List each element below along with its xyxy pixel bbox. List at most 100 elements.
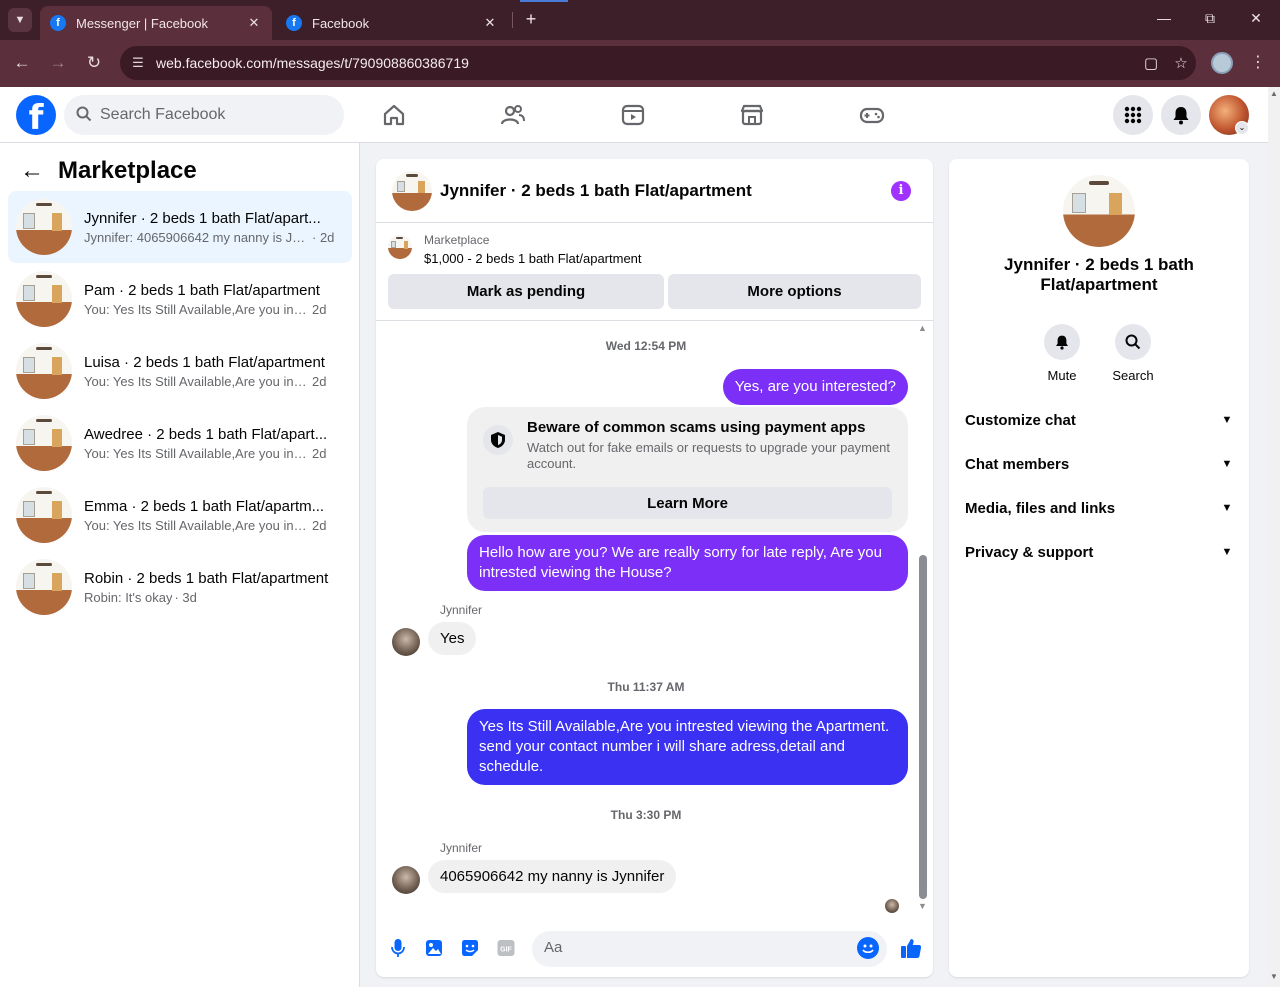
- conversation-name: Luisa · 2 beds 1 bath Flat/apartment: [84, 353, 325, 371]
- tab-title: Facebook: [312, 15, 370, 31]
- page-scrollbar[interactable]: ▲ ▼: [1268, 87, 1280, 987]
- chevron-down-icon: ▼: [1221, 458, 1233, 470]
- conversation-item[interactable]: Pam · 2 beds 1 bath Flat/apartment You: …: [8, 263, 352, 335]
- listing-price-title[interactable]: $1,000 - 2 beds 1 bath Flat/apartment: [424, 251, 642, 266]
- sender-avatar[interactable]: [392, 628, 420, 656]
- mute-action[interactable]: Mute: [1032, 324, 1092, 383]
- close-window-icon[interactable]: ✕: [1244, 10, 1268, 27]
- incoming-message[interactable]: Yes: [428, 622, 477, 655]
- customize-chat-section[interactable]: Customize chat ▼: [965, 405, 1233, 435]
- listing-large-thumbnail[interactable]: [1063, 175, 1135, 247]
- chat-title[interactable]: Jynnifer · 2 beds 1 bath Flat/apartment: [440, 181, 752, 201]
- outgoing-message[interactable]: Hello how are you? We are really sorry f…: [467, 535, 908, 591]
- browser-menu-icon[interactable]: ⋮: [1250, 52, 1266, 72]
- tab-separator: [512, 12, 513, 28]
- search-input[interactable]: [100, 106, 330, 124]
- mute-label: Mute: [1047, 368, 1077, 383]
- search-action[interactable]: Search: [1103, 324, 1163, 383]
- incoming-message[interactable]: 4065906642 my nanny is Jynnifer: [428, 860, 677, 893]
- section-label: Customize chat: [965, 411, 1076, 429]
- learn-more-button[interactable]: Learn More: [483, 487, 892, 519]
- listing-thumbnail: [16, 199, 72, 255]
- section-label: Media, files and links: [965, 499, 1116, 517]
- menu-grid-icon[interactable]: [1113, 95, 1153, 135]
- back-arrow-icon[interactable]: ←: [20, 157, 46, 185]
- privacy-support-section[interactable]: Privacy & support ▼: [965, 537, 1233, 567]
- message-input[interactable]: [544, 939, 844, 956]
- gaming-icon[interactable]: [858, 101, 886, 129]
- close-tab-icon[interactable]: ✕: [246, 15, 262, 31]
- bookmark-star-icon[interactable]: ☆: [1166, 54, 1196, 72]
- tab-search-button[interactable]: ▼: [8, 8, 32, 32]
- video-icon[interactable]: [619, 101, 647, 129]
- timestamp: Wed 12:54 PM: [605, 339, 687, 353]
- mark-as-pending-button[interactable]: Mark as pending: [388, 274, 664, 309]
- tab-accent-line: [520, 0, 568, 2]
- chat-header: Jynnifer · 2 beds 1 bath Flat/apartment …: [376, 159, 933, 223]
- scrollbar-thumb[interactable]: [919, 555, 927, 899]
- conversation-snippet: Robin: It's okay: [84, 589, 173, 605]
- search-icon[interactable]: [1115, 324, 1151, 360]
- timestamp: Thu 11:37 AM: [607, 680, 685, 694]
- marketplace-icon[interactable]: [738, 101, 766, 129]
- forward-icon[interactable]: →: [46, 52, 70, 76]
- restore-icon[interactable]: ⧉: [1198, 10, 1222, 27]
- sticker-icon[interactable]: [459, 937, 481, 959]
- listing-thumbnail: [16, 487, 72, 543]
- warning-body: Watch out for fake emails or requests to…: [527, 440, 890, 471]
- new-tab-button[interactable]: +: [520, 8, 542, 32]
- bell-icon[interactable]: [1044, 324, 1080, 360]
- browser-profile-avatar[interactable]: [1211, 52, 1233, 74]
- marketplace-listing-box: Marketplace $1,000 - 2 beds 1 bath Flat/…: [376, 223, 933, 321]
- thumbs-up-icon[interactable]: [899, 936, 923, 960]
- sender-name: Jynnifer: [440, 603, 483, 617]
- bell-icon[interactable]: [1161, 95, 1201, 135]
- conversation-item[interactable]: Emma · 2 beds 1 bath Flat/apartm... You:…: [8, 479, 352, 551]
- more-options-button[interactable]: More options: [668, 274, 921, 309]
- timestamp: Thu 3:30 PM: [610, 808, 682, 822]
- message-input-box[interactable]: [532, 931, 887, 967]
- gif-icon[interactable]: GIF: [495, 937, 517, 959]
- conversation-snippet: You: Yes Its Still Available,Are you int…: [84, 517, 310, 533]
- conversation-name: Pam · 2 beds 1 bath Flat/apartment: [84, 281, 320, 299]
- home-icon[interactable]: [380, 101, 408, 129]
- sender-avatar[interactable]: [392, 866, 420, 894]
- conversation-item[interactable]: Robin · 2 beds 1 bath Flat/apartment Rob…: [8, 551, 352, 623]
- facebook-logo-icon[interactable]: f: [16, 95, 56, 135]
- conversation-item[interactable]: Jynnifer · 2 beds 1 bath Flat/apart... J…: [8, 191, 352, 263]
- url-text[interactable]: web.facebook.com/messages/t/790908860386…: [156, 55, 1136, 71]
- chat-scrollbar[interactable]: ▲ ▼: [916, 323, 930, 913]
- back-icon[interactable]: ←: [10, 52, 34, 76]
- facebook-search-box[interactable]: [64, 95, 344, 135]
- browser-tab-facebook[interactable]: f Facebook ✕: [276, 6, 508, 40]
- outgoing-message[interactable]: Yes, are you interested?: [722, 369, 908, 405]
- emoji-icon[interactable]: [857, 937, 879, 959]
- close-tab-icon[interactable]: ✕: [482, 15, 498, 31]
- info-icon[interactable]: i: [891, 181, 911, 201]
- browser-toolbar: ← → ↻ ☰ web.facebook.com/messages/t/7909…: [0, 40, 1280, 87]
- chevron-down-icon[interactable]: ⌄: [1235, 121, 1249, 135]
- conversation-name: Robin · 2 beds 1 bath Flat/apartment: [84, 569, 329, 587]
- chat-listing-thumbnail[interactable]: [392, 170, 432, 211]
- listing-mini-thumbnail[interactable]: [388, 235, 412, 259]
- listing-thumbnail: [16, 415, 72, 471]
- address-bar[interactable]: ☰ web.facebook.com/messages/t/7909088603…: [120, 46, 1196, 80]
- minimize-icon[interactable]: —: [1152, 10, 1176, 26]
- chevron-down-icon: ▼: [1221, 502, 1233, 514]
- chat-members-section[interactable]: Chat members ▼: [965, 449, 1233, 479]
- microphone-icon[interactable]: [387, 937, 409, 959]
- site-info-icon[interactable]: ☰: [126, 55, 150, 71]
- conversation-item[interactable]: Awedree · 2 beds 1 bath Flat/apart... Yo…: [8, 407, 352, 479]
- media-files-links-section[interactable]: Media, files and links ▼: [965, 493, 1233, 523]
- section-label: Chat members: [965, 455, 1070, 473]
- install-app-icon[interactable]: ▢: [1136, 54, 1166, 72]
- friends-icon[interactable]: [499, 101, 527, 129]
- chevron-down-icon: ▼: [1221, 414, 1233, 426]
- outgoing-message[interactable]: Yes Its Still Available,Are you intreste…: [467, 709, 908, 785]
- reload-icon[interactable]: ↻: [82, 52, 106, 76]
- conversation-age: 2d: [312, 301, 327, 317]
- conversation-item[interactable]: Luisa · 2 beds 1 bath Flat/apartment You…: [8, 335, 352, 407]
- browser-tab-messenger[interactable]: f Messenger | Facebook ✕: [40, 6, 272, 40]
- conversation-snippet: Jynnifer: 4065906642 my nanny is Jyn...: [84, 229, 310, 245]
- photo-icon[interactable]: [423, 937, 445, 959]
